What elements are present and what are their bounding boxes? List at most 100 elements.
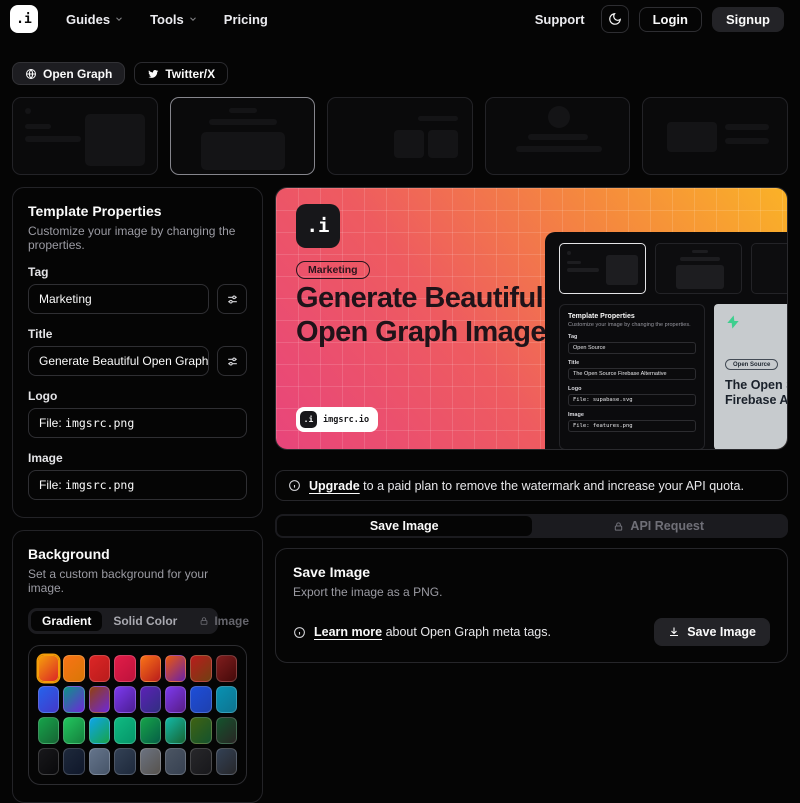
gradient-swatch[interactable] [114,748,135,775]
login-button[interactable]: Login [639,7,702,32]
image-type-tabs: Open Graph Twitter/X [12,62,800,85]
tab-open-graph[interactable]: Open Graph [12,62,125,85]
save-panel-description: Export the image as a PNG. [293,585,770,599]
tab-save-image[interactable]: Save Image [277,516,532,536]
preview-tag-pill: Marketing [296,261,370,279]
gradient-swatch[interactable] [216,655,237,682]
gradient-swatch[interactable] [190,717,211,744]
chevron-down-icon [188,14,198,24]
globe-icon [25,68,37,80]
tag-options-button[interactable] [217,284,247,314]
gradient-swatch[interactable] [114,717,135,744]
tag-input[interactable]: Marketing [28,284,209,314]
template-thumbnail-3[interactable] [327,97,473,175]
gradient-swatch[interactable] [190,748,211,775]
image-field-label: Image [28,451,247,465]
support-link[interactable]: Support [535,12,585,27]
gradient-swatch[interactable] [216,748,237,775]
inner-og-preview: Open Source The Open Source Firebase Alt… [714,304,788,450]
gradient-swatch[interactable] [63,686,84,713]
logo-field-label: Logo [28,389,247,403]
gradient-swatch[interactable] [63,655,84,682]
gradient-swatch[interactable] [63,717,84,744]
upgrade-text: Upgrade to a paid plan to remove the wat… [309,479,744,493]
background-panel: Background Set a custom background for y… [12,530,263,803]
watermark-badge: .i imgsrc.io [296,407,378,432]
nav-item-tools[interactable]: Tools [150,12,198,27]
lock-icon [613,521,624,532]
lock-icon [199,616,209,626]
gradient-swatch[interactable] [140,655,161,682]
info-icon [288,479,301,492]
watermark-text: imgsrc.io [323,415,369,425]
gradient-swatch[interactable] [216,686,237,713]
template-thumbnail-2[interactable] [170,97,316,175]
inner-thumbnail-row [559,243,788,294]
header: .i Guides Tools Pricing Support Login Si… [0,0,800,38]
gradient-swatch[interactable] [89,748,110,775]
save-panel-title: Save Image [293,564,770,580]
moon-icon [608,12,622,26]
inner-thumbnail-selected [559,243,646,294]
gradient-swatch[interactable] [190,686,211,713]
title-field-label: Title [28,327,247,341]
gradient-swatch[interactable] [140,686,161,713]
upgrade-link[interactable]: Upgrade [309,479,360,493]
template-thumbnail-4[interactable] [485,97,631,175]
gradient-swatch[interactable] [165,717,186,744]
gradient-swatch[interactable] [190,655,211,682]
gradient-swatch-box [28,645,247,785]
inner-preview-tag: Open Source [725,359,778,370]
panel-title: Background [28,546,247,562]
tab-api-request[interactable]: API Request [532,516,787,536]
gradient-swatch[interactable] [38,655,59,682]
template-thumbnail-row [12,97,788,175]
gradient-swatch[interactable] [114,655,135,682]
preview-inner-screenshot: Template Properties Customize your image… [545,232,788,450]
gradient-swatch[interactable] [38,748,59,775]
signup-button[interactable]: Signup [712,7,784,32]
gradient-swatch[interactable] [63,748,84,775]
title-input[interactable]: Generate Beautiful Open Graph Images [28,346,209,376]
output-tabs: Save Image API Request [275,514,788,538]
gradient-swatch[interactable] [165,686,186,713]
gradient-swatch[interactable] [140,717,161,744]
template-thumbnail-5[interactable] [642,97,788,175]
panel-description: Set a custom background for your image. [28,567,247,595]
gradient-swatch[interactable] [165,748,186,775]
inner-thumbnail [751,243,788,294]
tab-image[interactable]: Image [188,611,260,631]
inner-thumbnail [655,243,742,294]
gradient-swatch[interactable] [216,717,237,744]
gradient-swatch[interactable] [38,717,59,744]
theme-toggle-button[interactable] [601,5,629,33]
upgrade-banner: Upgrade to a paid plan to remove the wat… [275,470,788,501]
image-file-input[interactable]: File: imgsrc.png [28,470,247,500]
title-options-button[interactable] [217,346,247,376]
sliders-icon [226,293,239,306]
og-image-preview: .i Marketing Generate Beautiful Open Gra… [275,187,788,450]
gradient-swatch[interactable] [89,686,110,713]
gradient-swatch[interactable] [89,717,110,744]
nav-item-guides[interactable]: Guides [66,12,124,27]
logo-file-input[interactable]: File: imgsrc.png [28,408,247,438]
tab-twitter-x[interactable]: Twitter/X [134,62,228,85]
save-image-button[interactable]: Save Image [654,618,770,646]
learn-more-link[interactable]: Learn more [314,625,382,639]
tab-solid-color[interactable]: Solid Color [102,611,188,631]
app-logo[interactable]: .i [10,5,38,33]
gradient-swatch[interactable] [38,686,59,713]
gradient-swatch[interactable] [114,686,135,713]
gradient-swatch[interactable] [89,655,110,682]
watermark-logo: .i [300,411,317,428]
chevron-down-icon [114,14,124,24]
panel-title: Template Properties [28,203,247,219]
right-column: .i Marketing Generate Beautiful Open Gra… [275,187,788,663]
gradient-swatch[interactable] [140,748,161,775]
nav-item-pricing[interactable]: Pricing [224,12,268,27]
main-content: Template Properties Customize your image… [12,187,788,803]
gradient-swatch[interactable] [165,655,186,682]
tab-gradient[interactable]: Gradient [31,611,102,631]
template-thumbnail-1[interactable] [12,97,158,175]
supabase-bolt-icon [725,314,741,330]
